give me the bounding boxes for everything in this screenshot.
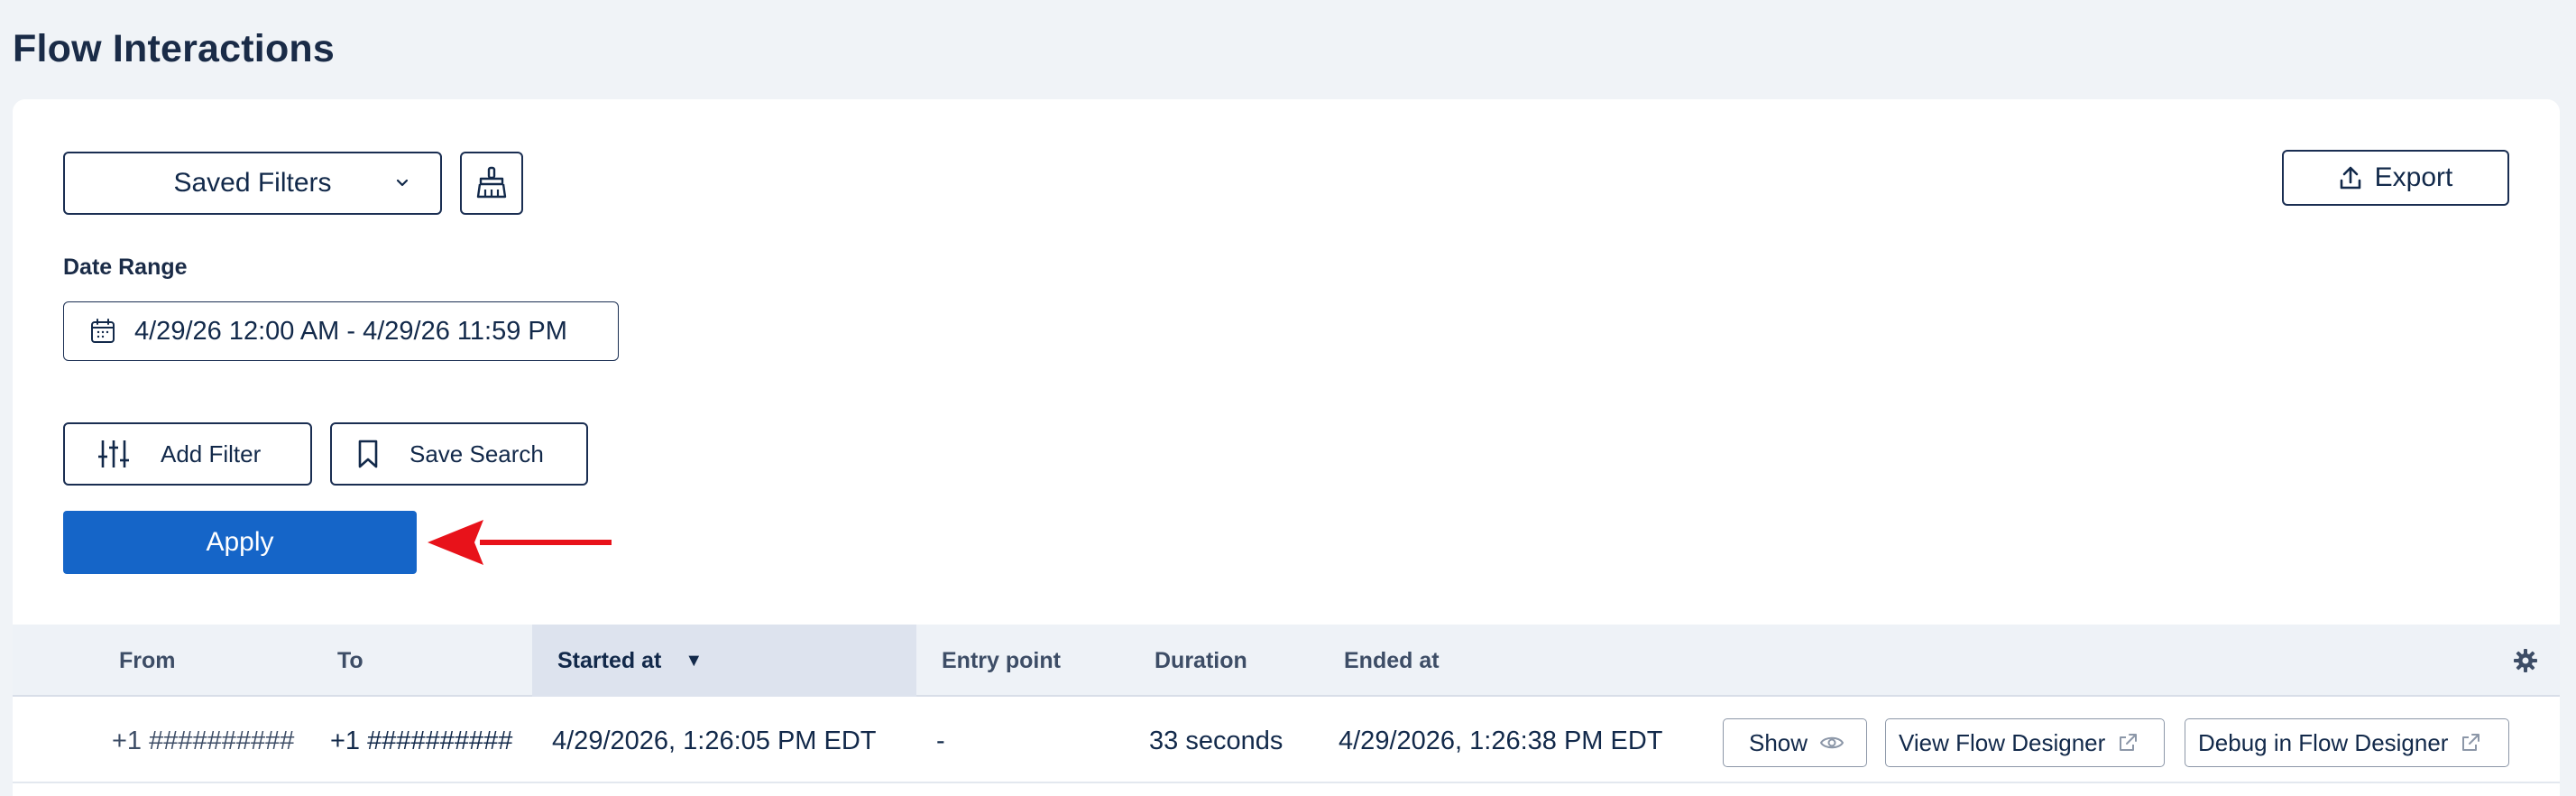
calendar-icon — [89, 318, 116, 345]
external-link-icon — [2461, 733, 2480, 753]
view-flow-designer-button[interactable]: View Flow Designer — [1885, 718, 2165, 767]
column-header-from[interactable]: From — [119, 625, 176, 697]
external-link-icon — [2118, 733, 2138, 753]
date-range-picker[interactable]: 4/29/26 12:00 AM - 4/29/26 11:59 PM — [63, 301, 619, 361]
apply-button[interactable]: Apply — [63, 511, 417, 574]
saved-filters-label: Saved Filters — [173, 168, 332, 198]
date-range-label: Date Range — [63, 255, 188, 280]
cell-entry-point: - — [936, 726, 945, 755]
upload-icon — [2339, 165, 2362, 190]
date-range-value: 4/29/26 12:00 AM - 4/29/26 11:59 PM — [134, 316, 567, 346]
main-card: Saved Filters Export Date Range 4/29/26 … — [13, 99, 2560, 796]
column-header-entry-point[interactable]: Entry point — [942, 625, 1061, 697]
cell-started-at: 4/29/2026, 1:26:05 PM EDT — [552, 726, 877, 755]
sort-descending-icon: ▼ — [685, 650, 704, 671]
debug-in-flow-designer-label: Debug in Flow Designer — [2198, 728, 2449, 756]
save-search-button[interactable]: Save Search — [330, 422, 588, 486]
debug-in-flow-designer-button[interactable]: Debug in Flow Designer — [2185, 718, 2509, 767]
column-header-duration[interactable]: Duration — [1155, 625, 1247, 697]
cell-duration: 33 seconds — [1149, 726, 1283, 755]
table-row[interactable]: +1 ########## +1 ########## 4/29/2026, 1… — [13, 699, 2560, 783]
column-header-to[interactable]: To — [337, 625, 363, 697]
cell-to: +1 ########## — [330, 726, 513, 755]
export-label: Export — [2374, 162, 2453, 192]
clear-filters-button[interactable] — [460, 152, 523, 215]
eye-icon — [1820, 735, 1845, 751]
column-header-started-at[interactable]: Started at ▼ — [532, 625, 916, 697]
export-button[interactable]: Export — [2282, 150, 2509, 206]
show-button[interactable]: Show — [1723, 718, 1867, 767]
add-filter-label: Add Filter — [161, 440, 262, 467]
saved-filters-dropdown[interactable]: Saved Filters — [63, 152, 442, 215]
cell-from: +1 ########## — [112, 726, 295, 755]
column-header-started-at-label: Started at — [557, 647, 662, 673]
view-flow-designer-label: View Flow Designer — [1899, 728, 2106, 756]
page-title: Flow Interactions — [13, 27, 335, 70]
broom-icon — [475, 166, 508, 200]
cell-ended-at: 4/29/2026, 1:26:38 PM EDT — [1339, 726, 1663, 755]
chevron-down-icon — [390, 170, 415, 195]
add-filter-button[interactable]: Add Filter — [63, 422, 312, 486]
bookmark-icon — [357, 440, 379, 468]
column-header-ended-at[interactable]: Ended at — [1344, 625, 1440, 697]
table-header: From To Started at ▼ Entry point Duratio… — [13, 625, 2560, 697]
sliders-icon — [97, 439, 130, 469]
annotation-arrow — [426, 511, 615, 574]
save-search-label: Save Search — [409, 440, 544, 467]
show-label: Show — [1749, 728, 1808, 756]
gear-icon[interactable] — [2513, 648, 2538, 673]
